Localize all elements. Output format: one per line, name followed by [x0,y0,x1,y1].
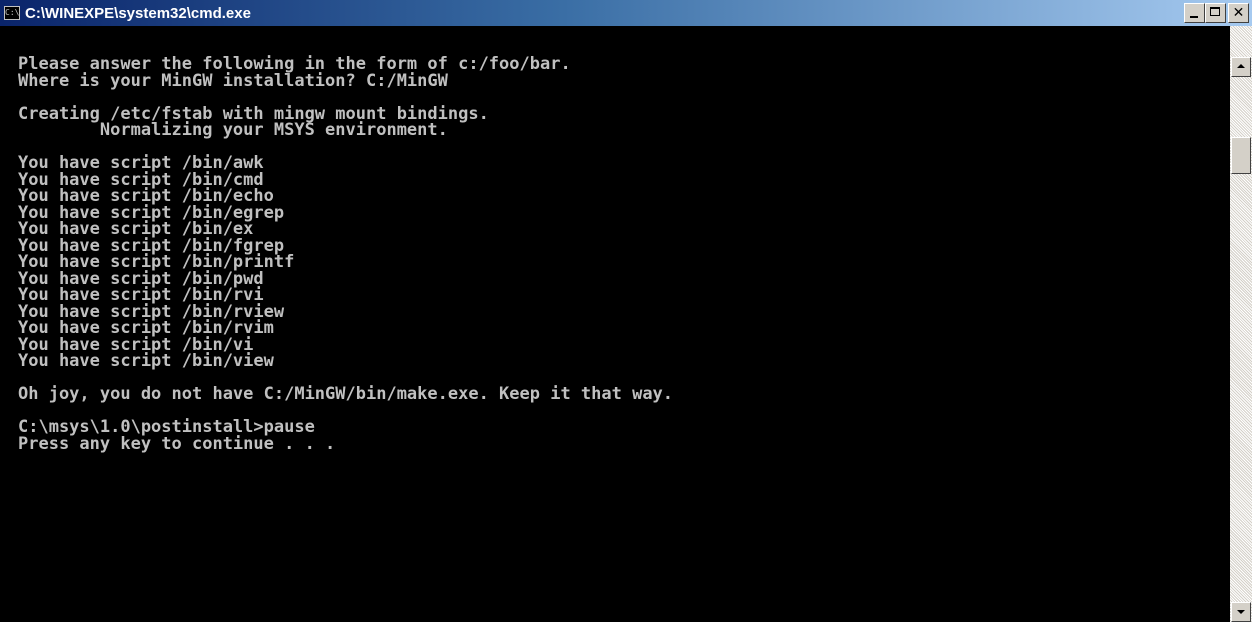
scroll-down-arrow-icon [1237,610,1245,614]
console-line: Where is your MinGW installation? C:/Min… [18,70,448,91]
maximize-icon [1210,7,1220,16]
console-line: You have script /bin/view [18,351,274,371]
console-icon[interactable]: C:\ [4,6,20,20]
close-icon: ✕ [1232,5,1245,21]
title-bar[interactable]: C:\ C:\WINEXPE\system32\cmd.exe ✕ [0,0,1252,26]
window-controls: ✕ [1184,3,1249,23]
scroll-up-button[interactable] [1231,57,1251,77]
console-line: Oh joy, you do not have C:/MinGW/bin/mak… [18,384,674,404]
console-line: Press any key to continue . . . [18,433,336,454]
scroll-up-arrow-icon [1237,64,1245,68]
minimize-button[interactable] [1184,3,1205,23]
window-title: C:\WINEXPE\system32\cmd.exe [25,4,251,22]
vertical-scrollbar[interactable] [1230,26,1252,622]
maximize-button[interactable] [1205,3,1226,23]
close-button[interactable]: ✕ [1228,3,1249,23]
minimize-icon [1190,16,1198,18]
console-output: Please answer the following in the form … [18,56,673,452]
scroll-down-button[interactable] [1231,602,1251,622]
console-window: C:\ C:\WINEXPE\system32\cmd.exe ✕ Please… [0,0,1252,622]
scrollbar-thumb[interactable] [1231,137,1251,174]
console-output-area[interactable]: Please answer the following in the form … [0,26,1230,622]
console-line: Normalizing your MSYS environment. [18,120,448,140]
